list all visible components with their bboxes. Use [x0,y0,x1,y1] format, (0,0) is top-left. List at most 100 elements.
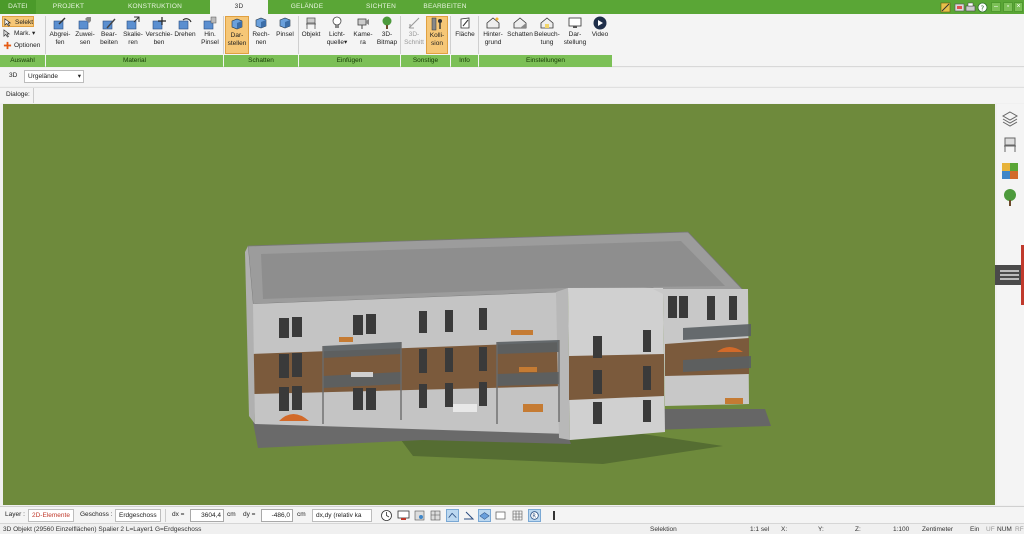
insert-bitmap-label: 3D- Bitmap [376,31,398,46]
floor-select-value: Erdgeschoss [119,512,157,519]
grid-icon[interactable] [511,509,524,522]
brush-material-button[interactable]: Hin. Pinsel [198,16,222,46]
tab-bearbeiten[interactable]: BEARBEITEN [416,0,474,14]
floor-select[interactable]: Erdgeschoss [115,509,161,522]
angle-icon[interactable] [462,509,475,522]
svg-text:R: R [532,514,536,520]
section-label: 3D- Schnitt [404,31,424,46]
move-material-button[interactable]: Verschie- ben [145,16,173,46]
dx-input[interactable]: 3604,4 [190,509,224,522]
shadow-brush-button[interactable]: Pinsel [273,16,297,39]
edit-material-button[interactable]: Bear- beiten [97,16,121,46]
options-button[interactable]: Optionen [2,40,44,51]
right-dock [997,104,1024,505]
group-separator [400,16,401,54]
status-rf: RF [1015,526,1024,533]
snap-grid-icon[interactable] [429,509,442,522]
group-separator [450,16,451,54]
plants-catalog-icon[interactable] [1001,188,1019,206]
tab-projekt[interactable]: PROJEKT [36,0,101,14]
frame-icon[interactable] [494,509,507,522]
tab-sichten[interactable]: SICHTEN [346,0,416,14]
tab-konstruktion[interactable]: KONSTRUKTION [101,0,209,14]
cube-brush-icon [279,17,291,29]
minimize-button[interactable]: – [991,2,1001,12]
brush-icon [203,16,217,30]
cursor-icon [4,18,12,27]
insert-light-button[interactable]: Licht- quelle▾ [324,16,350,46]
3d-scene [3,104,995,505]
svg-text:?: ? [981,5,985,13]
edit-material-icon [102,18,116,30]
rotate-material-label: Drehen [174,31,196,38]
collision-button[interactable]: Kolli- sion [426,16,448,54]
dock-toggle-button[interactable] [995,265,1024,285]
clock-icon[interactable] [380,509,393,522]
display-settings-button[interactable]: Dar- stellung [561,16,589,46]
section-button[interactable]: 3D- Schnitt [402,16,426,46]
ortho-icon[interactable] [446,509,459,522]
video-button[interactable]: Video [589,16,611,39]
dialog-label: Dialoge: [6,91,30,98]
status-z-label: Z: [855,526,861,533]
move-material-label: Verschie- ben [145,31,173,46]
status-num: NUM [997,526,1012,533]
group-label-material: Material [46,55,223,67]
select-label: Selekt [15,19,34,26]
print-icon[interactable] [965,2,976,13]
mark-button[interactable]: Mark. ▾ [2,28,42,39]
group-separator [223,16,224,54]
monitor-icon[interactable] [397,509,410,522]
close-button[interactable]: × [1014,2,1023,12]
status-x-label: X: [781,526,788,533]
help-icon[interactable]: ? [977,2,988,13]
tab-datei[interactable]: DATEI [0,0,36,14]
assign-material-button[interactable]: Zuwei- sen [73,16,97,46]
ribbon: Selekt Mark. ▾ Optionen Abgrei- fen Zuwe… [0,14,1024,67]
shadow-calc-button[interactable]: Rech- nen [249,16,273,46]
layers-icon[interactable] [1001,110,1019,128]
rotate-material-button[interactable]: Drehen [173,16,197,39]
background-button[interactable]: Hinter- grund [480,16,506,46]
tab-gelaende[interactable]: GELÄNDE [268,0,346,14]
furniture-catalog-icon[interactable] [1001,136,1019,154]
tab-3d[interactable]: 3D [210,0,268,15]
paint-icon[interactable] [940,2,951,13]
terrain-select[interactable]: Urgelände ▾ [24,70,84,83]
plane-icon[interactable] [478,509,491,522]
dy-unit: cm [297,511,306,518]
insert-bitmap-button[interactable]: 3D- Bitmap [375,16,399,46]
group-label-sonstige: Sonstige [401,55,450,67]
screenshot-icon[interactable] [954,2,965,13]
3d-viewport[interactable] [3,104,995,505]
insert-camera-button[interactable]: Kame- ra [351,16,375,46]
status-uf: UF [986,526,995,533]
dy-input[interactable]: -486,0 [261,509,293,522]
restore-button[interactable]: ▫ [1003,2,1013,12]
group-label-info: Info [451,55,478,67]
shadow-settings-button[interactable]: Schatten [506,16,534,39]
status-info: 3D Objekt (29560 Einzelflächen) Spalier … [3,526,202,533]
scale-material-button[interactable]: Skalie- ren [121,16,145,46]
coordinate-mode-select[interactable]: dx,dy (relativ ka [312,509,372,522]
insert-object-button[interactable]: Objekt [300,16,322,39]
snap-icon[interactable] [413,509,426,522]
background-label: Hinter- grund [483,31,503,46]
status-bar: 3D Objekt (29560 Einzelflächen) Spalier … [0,523,1024,534]
background-house-icon [486,17,500,29]
layer-select[interactable]: 2D-Elemente [28,509,74,522]
area-button[interactable]: Fläche [453,16,477,39]
eyedropper-icon [53,17,66,30]
select-button[interactable]: Selekt [2,16,34,27]
pick-material-button[interactable]: Abgrei- fen [48,16,72,46]
display-monitor-icon [568,17,582,28]
scale-material-label: Skalie- ren [123,31,143,46]
shadow-display-button[interactable]: Dar- stellen [225,16,249,54]
collision-icon [431,17,442,31]
reference-icon[interactable]: R [528,509,541,522]
materials-catalog-icon[interactable] [1001,162,1019,180]
lighting-button[interactable]: Beleuch- tung [534,16,560,46]
dx-unit: cm [227,511,236,518]
group-separator [45,16,46,54]
status-mode: Selektion [650,526,677,533]
